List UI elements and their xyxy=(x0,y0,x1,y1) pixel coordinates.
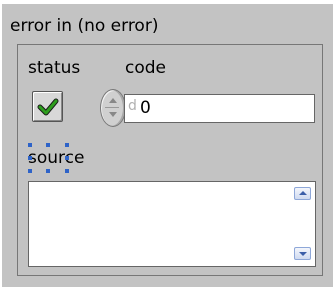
scroll-up-arrow-icon xyxy=(299,191,307,195)
scroll-up-button[interactable] xyxy=(294,187,311,200)
selection-handle[interactable] xyxy=(65,156,69,160)
selection-handle[interactable] xyxy=(28,169,32,173)
code-value: 0 xyxy=(140,98,151,118)
check-icon xyxy=(37,98,59,116)
selection-handle[interactable] xyxy=(65,143,69,147)
spinner-up-arrow-icon[interactable] xyxy=(109,98,117,103)
code-numeric-field[interactable]: d 0 xyxy=(124,94,315,123)
spinner-divider xyxy=(105,107,119,108)
code-label: code xyxy=(125,58,166,78)
scroll-down-button[interactable] xyxy=(294,247,311,260)
source-label[interactable]: source xyxy=(28,148,84,168)
selection-handle[interactable] xyxy=(28,156,32,160)
spinner-down-arrow-icon[interactable] xyxy=(109,112,117,117)
scroll-down-arrow-icon xyxy=(299,252,307,256)
selection-handle[interactable] xyxy=(65,169,69,173)
source-text-field[interactable] xyxy=(28,181,316,267)
selection-handle[interactable] xyxy=(46,169,50,173)
selection-handle[interactable] xyxy=(28,143,32,147)
status-indicator-button[interactable] xyxy=(32,91,63,122)
cluster-title: error in (no error) xyxy=(10,16,159,36)
selection-handle[interactable] xyxy=(46,143,50,147)
radix-indicator[interactable]: d xyxy=(128,98,137,114)
status-label: status xyxy=(28,58,81,78)
code-increment-spinner[interactable] xyxy=(100,89,126,127)
